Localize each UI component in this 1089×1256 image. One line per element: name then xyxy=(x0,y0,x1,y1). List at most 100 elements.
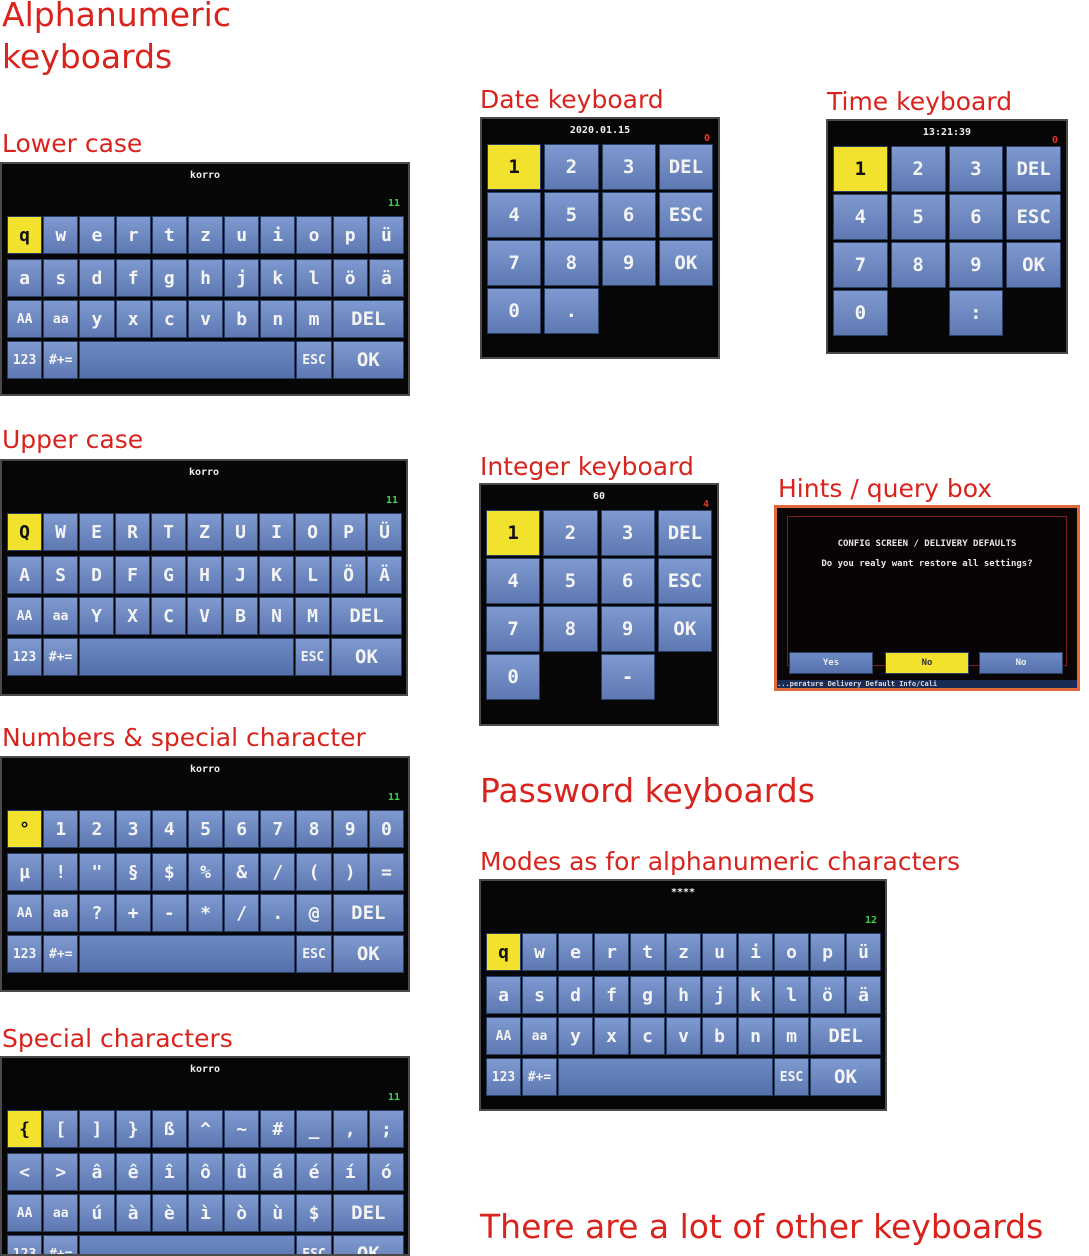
key-0[interactable]: 0 xyxy=(486,654,541,700)
key-4[interactable]: 4 xyxy=(487,192,542,238)
key-symbol[interactable]: ù xyxy=(260,1194,296,1232)
key-symbols-mode[interactable]: #+= xyxy=(43,341,79,379)
key-del[interactable]: DEL xyxy=(332,894,404,932)
key-symbol[interactable]: * xyxy=(187,894,224,932)
key-esc[interactable]: ESC xyxy=(296,1235,332,1254)
key-minus[interactable]: - xyxy=(600,654,655,700)
key-symbol[interactable]: § xyxy=(115,853,151,891)
key-z[interactable]: z xyxy=(666,933,701,971)
key-h[interactable]: h xyxy=(666,976,701,1014)
key-r[interactable]: r xyxy=(594,933,629,971)
key-del[interactable]: DEL xyxy=(1006,146,1061,192)
key-symbol[interactable]: ö xyxy=(810,976,845,1014)
key-p[interactable]: p xyxy=(332,216,368,254)
key-4[interactable]: 4 xyxy=(486,558,541,604)
key-symbol[interactable]: } xyxy=(115,1110,151,1148)
key-s[interactable]: s xyxy=(522,976,557,1014)
key-symbol[interactable]: $ xyxy=(151,853,187,891)
key-y[interactable]: y xyxy=(79,300,115,338)
key-q[interactable]: Q xyxy=(7,513,42,551)
key-9[interactable]: 9 xyxy=(600,606,655,652)
key-ok[interactable]: OK xyxy=(331,638,402,676)
key-w[interactable]: w xyxy=(522,933,557,971)
key-symbol[interactable]: ; xyxy=(368,1110,404,1148)
key-symbol[interactable]: ( xyxy=(296,853,332,891)
key-g[interactable]: g xyxy=(151,259,187,297)
key-123-mode[interactable]: 123 xyxy=(486,1058,521,1096)
key-ok[interactable]: OK xyxy=(332,341,404,379)
key-ok[interactable]: OK xyxy=(332,1235,404,1254)
key-esc[interactable]: ESC xyxy=(296,935,332,973)
key-m[interactable]: m xyxy=(774,1017,809,1055)
key-symbol[interactable]: ô xyxy=(187,1153,224,1191)
key-g[interactable]: g xyxy=(630,976,665,1014)
key-del[interactable]: DEL xyxy=(332,1194,404,1232)
key-space[interactable] xyxy=(79,341,296,379)
key-x[interactable]: X xyxy=(115,597,150,635)
key-x[interactable]: x xyxy=(594,1017,629,1055)
key-3[interactable]: 3 xyxy=(601,144,656,190)
key-l[interactable]: L xyxy=(295,556,330,594)
key-123-mode[interactable]: 123 xyxy=(7,1235,43,1254)
key-t[interactable]: T xyxy=(151,513,186,551)
query-no-button[interactable]: No xyxy=(885,652,969,674)
key-i[interactable]: I xyxy=(259,513,294,551)
key-symbol[interactable]: ~ xyxy=(224,1110,260,1148)
key-aa-mode[interactable]: aa xyxy=(43,597,78,635)
key-del[interactable]: DEL xyxy=(658,144,713,190)
key-n[interactable]: n xyxy=(738,1017,773,1055)
key-symbol[interactable]: ä xyxy=(368,259,404,297)
key-b[interactable]: B xyxy=(223,597,258,635)
key-symbol[interactable]: ) xyxy=(332,853,368,891)
key-j[interactable]: j xyxy=(224,259,260,297)
key-8[interactable]: 8 xyxy=(296,810,332,848)
key-symbol[interactable]: à xyxy=(115,1194,151,1232)
key-d[interactable]: d xyxy=(558,976,593,1014)
key-7[interactable]: 7 xyxy=(833,242,888,288)
key-w[interactable]: W xyxy=(43,513,78,551)
key-symbol[interactable]: ° xyxy=(7,810,43,848)
key-7[interactable]: 7 xyxy=(487,240,542,286)
key-t[interactable]: t xyxy=(151,216,187,254)
key-a[interactable]: a xyxy=(7,259,43,297)
key-5[interactable]: 5 xyxy=(543,558,598,604)
key-symbol[interactable]: ê xyxy=(115,1153,151,1191)
key-symbol[interactable]: ! xyxy=(43,853,79,891)
key-2[interactable]: 2 xyxy=(79,810,115,848)
key-symbol[interactable]: $ xyxy=(296,1194,332,1232)
key-y[interactable]: y xyxy=(558,1017,593,1055)
key-b[interactable]: b xyxy=(224,300,260,338)
key-aa-mode[interactable]: aa xyxy=(43,300,79,338)
key-i[interactable]: i xyxy=(738,933,773,971)
key-e[interactable]: e xyxy=(558,933,593,971)
key-6[interactable]: 6 xyxy=(224,810,260,848)
key-4[interactable]: 4 xyxy=(151,810,187,848)
key-s[interactable]: S xyxy=(43,556,78,594)
key-symbol[interactable]: ò xyxy=(224,1194,260,1232)
key-r[interactable]: R xyxy=(115,513,150,551)
key-1[interactable]: 1 xyxy=(487,144,542,190)
key-symbols-mode[interactable]: #+= xyxy=(522,1058,557,1096)
key-m[interactable]: M xyxy=(295,597,330,635)
key-q[interactable]: q xyxy=(486,933,521,971)
key-a[interactable]: a xyxy=(486,976,521,1014)
key-6[interactable]: 6 xyxy=(948,194,1004,240)
key-symbol[interactable]: _ xyxy=(296,1110,332,1148)
key-ok[interactable]: OK xyxy=(1006,242,1061,288)
key-123-mode[interactable]: 123 xyxy=(7,341,43,379)
key-aa-mode[interactable]: aa xyxy=(522,1017,557,1055)
key-aa-mode[interactable]: AA xyxy=(7,894,43,932)
key-aa-mode[interactable]: AA xyxy=(7,597,42,635)
key-space[interactable] xyxy=(558,1058,773,1096)
key-del[interactable]: DEL xyxy=(332,300,404,338)
key-symbol[interactable]: û xyxy=(224,1153,260,1191)
key-3[interactable]: 3 xyxy=(115,810,151,848)
key-u[interactable]: U xyxy=(223,513,258,551)
key-symbol[interactable]: è xyxy=(151,1194,187,1232)
key-k[interactable]: K xyxy=(259,556,294,594)
key-symbol[interactable]: á xyxy=(260,1153,296,1191)
key-symbol[interactable]: ó xyxy=(368,1153,404,1191)
key-colon[interactable]: : xyxy=(948,290,1004,336)
key-p[interactable]: p xyxy=(810,933,845,971)
key-k[interactable]: k xyxy=(260,259,296,297)
